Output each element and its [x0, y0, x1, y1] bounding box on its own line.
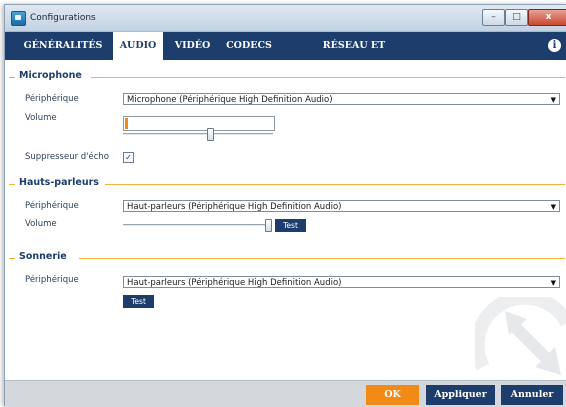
maximize-icon: □ [512, 12, 521, 22]
maximize-button[interactable]: □ [505, 9, 528, 26]
ringer-test-button[interactable]: Test [123, 295, 154, 308]
ringer-section-title: Sonnerie [19, 251, 67, 262]
cancel-button[interactable]: Annuler [501, 385, 563, 405]
speakers-section-title: Hauts-parleurs [19, 177, 99, 188]
speakers-device-label: Périphérique [25, 201, 79, 211]
speakers-test-button[interactable]: Test [275, 219, 306, 232]
minimize-icon: – [491, 12, 496, 22]
tab-audio[interactable]: AUDIO [113, 32, 163, 60]
check-icon: ✓ [125, 153, 132, 162]
chevron-down-icon: ▼ [550, 279, 556, 287]
speakers-volume-slider-thumb[interactable] [265, 219, 272, 232]
ok-button[interactable]: OK [366, 385, 419, 405]
microphone-volume-level [125, 118, 128, 129]
microphone-section-header: Microphone [9, 70, 565, 86]
chevron-down-icon: ▼ [550, 203, 556, 211]
microphone-device-select[interactable]: Microphone (Périphérique High Definition… [123, 93, 560, 105]
ringer-device-select[interactable]: Haut-parleurs (Périphérique High Definit… [123, 276, 560, 288]
microphone-device-value: Microphone (Périphérique High Definition… [127, 95, 333, 105]
app-icon [11, 11, 26, 26]
watermark-logo-icon [475, 297, 566, 375]
speakers-device-value: Haut-parleurs (Périphérique High Definit… [127, 202, 342, 212]
chevron-down-icon: ▼ [550, 96, 556, 104]
speakers-device-select[interactable]: Haut-parleurs (Périphérique High Definit… [123, 200, 560, 212]
minimize-button[interactable]: – [482, 9, 505, 26]
microphone-volume-slider-thumb[interactable] [207, 128, 214, 141]
info-icon[interactable]: i [548, 39, 561, 52]
ringer-section-header: Sonnerie [9, 251, 565, 267]
microphone-volume-slider-track[interactable] [123, 133, 273, 135]
microphone-device-label: Périphérique [25, 94, 79, 104]
ringer-device-value: Haut-parleurs (Périphérique High Definit… [127, 278, 342, 288]
speakers-volume-label: Volume [25, 219, 57, 229]
microphone-volume-label: Volume [25, 113, 57, 123]
speakers-volume-slider-track[interactable] [123, 224, 271, 226]
microphone-section-title: Microphone [19, 70, 82, 81]
footer-bar: OK Appliquer Annuler [5, 380, 566, 407]
apply-button[interactable]: Appliquer [426, 385, 495, 405]
tab-generalites[interactable]: GÉNÉRALITÉS [19, 32, 107, 60]
configurations-window: Configurations – □ x GÉNÉRALITÉS AUDIO V… [4, 4, 566, 407]
window-title: Configurations [30, 13, 96, 23]
tab-reseau-protocoles[interactable]: RÉSEAU ET PROTOCOLES [285, 32, 423, 79]
close-icon: x [545, 12, 552, 22]
speakers-section-header: Hauts-parleurs [9, 177, 565, 193]
tab-bar: GÉNÉRALITÉS AUDIO VIDÉO CODECS RÉSEAU ET… [5, 32, 566, 79]
tab-video[interactable]: VIDÉO [170, 32, 215, 60]
microphone-volume-meter [123, 116, 275, 131]
close-button[interactable]: x [528, 9, 566, 26]
tab-codecs[interactable]: CODECS [223, 32, 275, 60]
ringer-device-label: Périphérique [25, 275, 79, 285]
echo-canceller-label: Suppresseur d'écho [25, 152, 110, 162]
echo-canceller-checkbox[interactable]: ✓ [123, 152, 134, 163]
title-bar[interactable]: Configurations – □ x [5, 5, 566, 32]
